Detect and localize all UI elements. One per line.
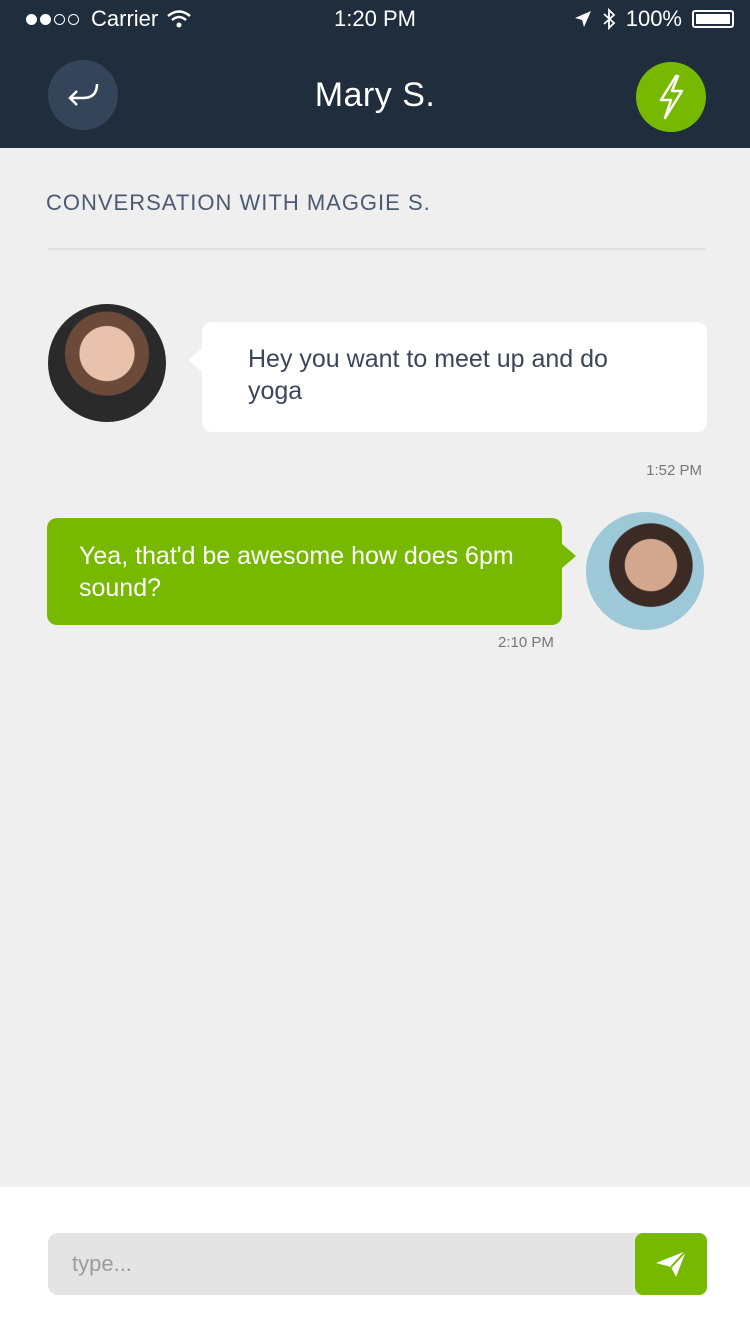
- message-bubble-outgoing[interactable]: Yea, that'd be awesome how does 6pm soun…: [47, 518, 576, 625]
- message-timestamp: 2:10 PM: [498, 634, 554, 651]
- send-button[interactable]: [635, 1233, 707, 1295]
- divider: [48, 248, 706, 250]
- message-input[interactable]: [48, 1233, 648, 1295]
- composer-bar: [0, 1187, 750, 1333]
- top-bar: Carrier 1:20 PM 100% Mary S.: [0, 0, 750, 148]
- battery-icon: [692, 10, 734, 28]
- bluetooth-icon: [603, 8, 616, 30]
- battery-label: 100%: [625, 6, 682, 31]
- paper-plane-icon: [656, 1250, 687, 1277]
- lightning-bolt-icon: [659, 74, 684, 120]
- avatar-contact[interactable]: [48, 304, 166, 422]
- avatar-self[interactable]: [586, 512, 704, 630]
- quick-action-button[interactable]: [636, 62, 706, 132]
- message-bubble-incoming[interactable]: Hey you want to meet up and do yoga: [188, 322, 707, 432]
- status-bar: Carrier 1:20 PM 100%: [0, 0, 750, 38]
- message-timestamp: 1:52 PM: [646, 462, 702, 479]
- conversation-heading: CONVERSATION WITH MAGGIE S.: [46, 190, 431, 215]
- location-arrow-icon: [574, 11, 591, 27]
